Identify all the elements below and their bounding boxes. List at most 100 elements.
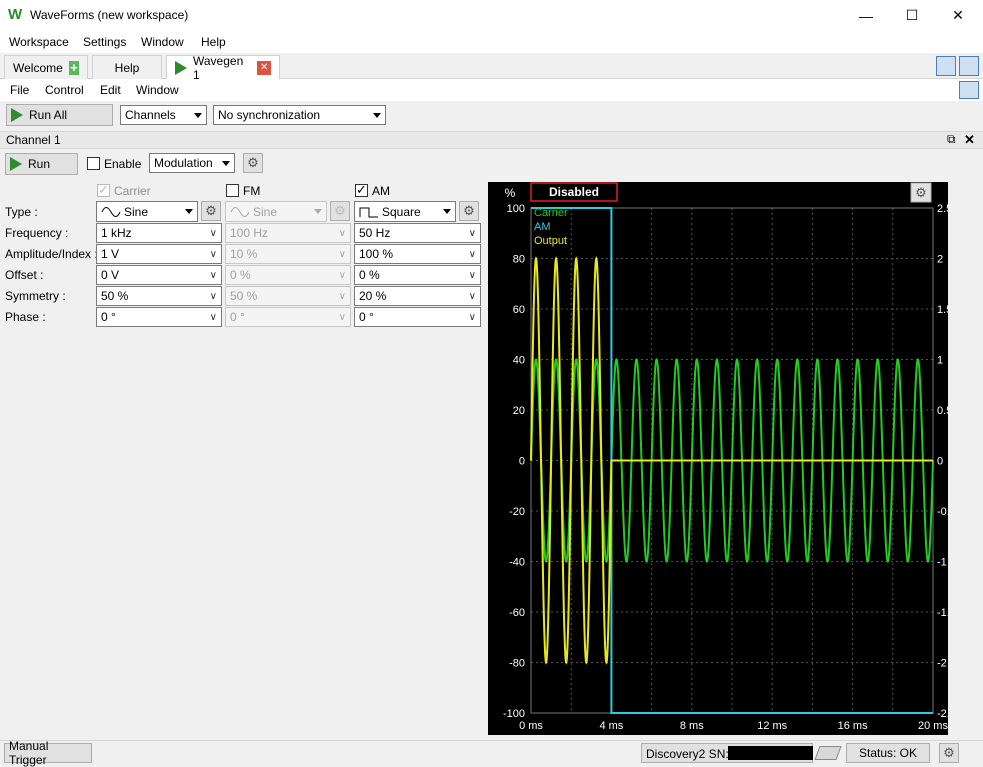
device-indicator[interactable]: Discovery2 SN: [641, 743, 813, 763]
waveform-plot[interactable]: 100806040200-20-40-60-80-1002.521.510.50… [488, 182, 957, 735]
sync-dropdown[interactable]: No synchronization [213, 105, 386, 125]
am-frequency-value: 50 Hz [359, 226, 391, 240]
am-checkbox[interactable] [355, 182, 368, 198]
y-left-tick-label: 60 [513, 304, 525, 316]
fm-phase-value: 0 ° [230, 310, 245, 324]
y-right-tick-label: 0.5 [937, 405, 948, 417]
carrier-offset-field[interactable]: 0 V ∨ [96, 265, 222, 285]
carrier-symmetry-value: 50 % [101, 289, 129, 303]
menu-instrument-window[interactable]: Window [136, 83, 179, 97]
y-left-tick-label: 0 [519, 456, 525, 468]
close-window-button[interactable]: ✕ [935, 0, 981, 31]
window-title: WaveForms (new workspace) [30, 8, 189, 22]
menu-control[interactable]: Control [45, 83, 84, 97]
eraser-icon[interactable] [814, 746, 842, 760]
manual-trigger-button[interactable]: Manual Trigger [4, 739, 92, 767]
carrier-frequency-value: 1 kHz [101, 226, 132, 240]
tab-bar: Welcome + Help Wavegen 1 ✕ [0, 53, 983, 82]
fm-offset-field[interactable]: 0 % ∨ [225, 265, 351, 285]
carrier-amplitude-value: 1 V [101, 247, 120, 261]
gear-icon[interactable]: ⚙ [330, 201, 350, 221]
waveform-chart[interactable]: 100806040200-20-40-60-80-1002.521.510.50… [488, 182, 957, 735]
carrier-type-dropdown[interactable]: Sine [96, 201, 198, 222]
gear-icon[interactable]: ⚙ [939, 743, 959, 763]
carrier-frequency-field[interactable]: 1 kHz ∨ [96, 223, 222, 243]
play-icon [175, 60, 187, 75]
maximize-button[interactable]: ☐ [889, 0, 935, 31]
gear-icon[interactable]: ⚙ [201, 201, 221, 221]
channels-dropdown-value: Channels [125, 108, 176, 122]
channels-dropdown[interactable]: Channels [120, 105, 207, 125]
carrier-symmetry-field[interactable]: 50 % ∨ [96, 286, 222, 306]
gear-icon[interactable]: ⚙ [243, 153, 263, 173]
chevron-down-icon: ∨ [209, 248, 217, 260]
menu-window[interactable]: Window [141, 35, 184, 49]
chevron-down-icon: ∨ [338, 248, 346, 260]
y-right-tick-label: -2.5 [937, 708, 948, 720]
chevron-down-icon: ∨ [468, 227, 476, 239]
chevron-down-icon: ∨ [338, 269, 346, 281]
tab-wavegen[interactable]: Wavegen 1 ✕ [166, 54, 280, 82]
run-all-button[interactable]: Run All [6, 104, 113, 126]
cascade-windows-icon[interactable] [936, 56, 956, 76]
carrier-amplitude-field[interactable]: 1 V ∨ [96, 244, 222, 264]
x-tick-label: 12 ms [757, 720, 787, 732]
serial-number-redacted [728, 746, 813, 760]
menu-help[interactable]: Help [201, 35, 226, 49]
device-status-button[interactable]: Status: OK [846, 743, 930, 763]
run-channel-button[interactable]: Run [5, 153, 78, 175]
tab-help[interactable]: Help [92, 55, 162, 79]
minimize-button[interactable]: — [843, 0, 889, 31]
tab-welcome[interactable]: Welcome + [4, 55, 88, 79]
disabled-badge-label: Disabled [549, 185, 599, 199]
menu-workspace[interactable]: Workspace [9, 35, 69, 49]
am-frequency-field[interactable]: 50 Hz ∨ [354, 223, 481, 243]
x-tick-label: 20 ms [918, 720, 948, 732]
chevron-down-icon: ∨ [209, 227, 217, 239]
x-tick-label: 8 ms [680, 720, 704, 732]
y-left-tick-label: 100 [507, 203, 525, 215]
fm-index-value: 10 % [230, 247, 258, 261]
enable-checkbox[interactable] [87, 157, 100, 170]
am-index-field[interactable]: 100 % ∨ [354, 244, 481, 264]
fm-symmetry-field[interactable]: 50 % ∨ [225, 286, 351, 306]
legend-entry: Output [534, 235, 567, 247]
am-type-dropdown[interactable]: Square [354, 201, 456, 222]
app-logo-icon: W [8, 6, 23, 23]
fm-type-dropdown[interactable]: Sine [225, 201, 327, 222]
carrier-label: Carrier [114, 184, 151, 198]
menu-file[interactable]: File [10, 83, 29, 97]
add-icon[interactable]: + [68, 60, 79, 75]
y-left-tick-label: -100 [503, 708, 525, 720]
am-phase-field[interactable]: 0 ° ∨ [354, 307, 481, 327]
mode-dropdown-value: Modulation [154, 156, 213, 170]
chevron-down-icon: ∨ [468, 269, 476, 281]
gear-icon[interactable]: ⚙ [459, 201, 479, 221]
close-panel-icon[interactable]: ✕ [964, 132, 975, 148]
restore-panel-icon[interactable]: ⧉ [947, 132, 956, 147]
dock-window-icon[interactable] [959, 81, 979, 99]
chevron-down-icon: ∨ [338, 227, 346, 239]
y-left-tick-label: -20 [509, 506, 525, 518]
menu-settings[interactable]: Settings [83, 35, 126, 49]
menu-edit[interactable]: Edit [100, 83, 121, 97]
am-symmetry-field[interactable]: 20 % ∨ [354, 286, 481, 306]
chevron-down-icon [373, 112, 381, 118]
instrument-menu-bar: File Control Edit Window [0, 79, 983, 101]
mode-dropdown[interactable]: Modulation [149, 153, 235, 173]
carrier-phase-field[interactable]: 0 ° ∨ [96, 307, 222, 327]
y-right-tick-label: 1 [937, 355, 943, 367]
tile-windows-icon[interactable] [959, 56, 979, 76]
run-channel-label: Run [28, 157, 51, 171]
legend-entry: Carrier [534, 207, 568, 219]
am-offset-field[interactable]: 0 % ∨ [354, 265, 481, 285]
title-bar: W WaveForms (new workspace) — ☐ ✕ [0, 0, 983, 31]
fm-symmetry-value: 50 % [230, 289, 258, 303]
carrier-checkbox[interactable] [97, 182, 110, 198]
fm-phase-field[interactable]: 0 ° ∨ [225, 307, 351, 327]
fm-index-field[interactable]: 10 % ∨ [225, 244, 351, 264]
close-tab-icon[interactable]: ✕ [257, 60, 271, 75]
fm-checkbox[interactable] [226, 184, 239, 197]
fm-frequency-field[interactable]: 100 Hz ∨ [225, 223, 351, 243]
chevron-down-icon: ∨ [209, 290, 217, 302]
